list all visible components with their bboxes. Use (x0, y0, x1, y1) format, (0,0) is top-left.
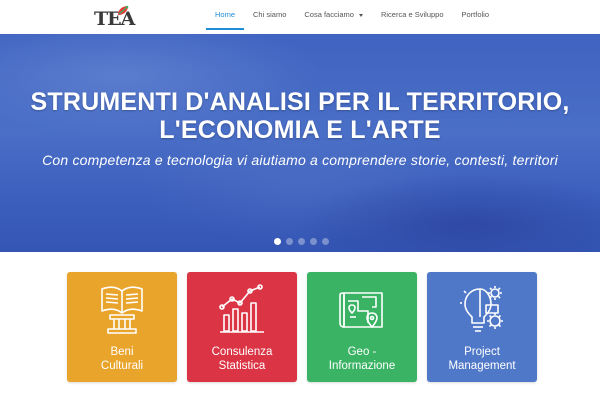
logo[interactable]: TEA (94, 5, 135, 32)
nav-item-chi-siamo[interactable]: Chi siamo (244, 0, 295, 30)
carousel-dot[interactable] (274, 238, 281, 245)
navbar: TEA Home Chi siamo Cosa facciamo Ricerca… (0, 0, 600, 34)
nav-item-cosa-facciamo[interactable]: Cosa facciamo (295, 0, 372, 30)
bar-chart-icon (219, 284, 264, 333)
nav-item-home[interactable]: Home (206, 0, 245, 30)
carousel-dot[interactable] (310, 238, 317, 245)
card-project-management[interactable]: Project Management (427, 272, 537, 382)
card-label: Project Management (448, 346, 516, 372)
card-beni-culturali[interactable]: Beni Culturali (67, 272, 177, 382)
main-nav: Home Chi siamo Cosa facciamo Ricerca e S… (206, 0, 498, 34)
carousel-dot[interactable] (322, 238, 329, 245)
hero-title: STRUMENTI D'ANALISI PER IL TERRITORIO, L… (30, 88, 570, 144)
map-icon (339, 292, 383, 328)
hero-subtitle: Con competenza e tecnologia vi aiutiamo … (42, 152, 558, 168)
carousel-dot[interactable] (298, 238, 305, 245)
hero-carousel[interactable]: STRUMENTI D'ANALISI PER IL TERRITORIO, L… (0, 34, 600, 252)
card-geo-informazione[interactable]: Geo - Informazione (307, 272, 417, 382)
caret-down-icon (358, 13, 363, 17)
carousel-indicators (274, 238, 334, 245)
card-label: Beni Culturali (100, 346, 144, 372)
nav-item-ricerca-e-sviluppo[interactable]: Ricerca e Sviluppo (372, 0, 453, 30)
card-label: Geo - Informazione (328, 346, 396, 372)
leaf-icon (118, 5, 129, 15)
lightbulb-gear-icon (460, 286, 503, 332)
card-label: Consulenza Statistica (211, 346, 273, 372)
book-column-icon (101, 286, 143, 334)
card-consulenza-statistica[interactable]: Consulenza Statistica (187, 272, 297, 382)
carousel-dot[interactable] (286, 238, 293, 245)
nav-item-portfolio[interactable]: Portfolio (453, 0, 499, 30)
